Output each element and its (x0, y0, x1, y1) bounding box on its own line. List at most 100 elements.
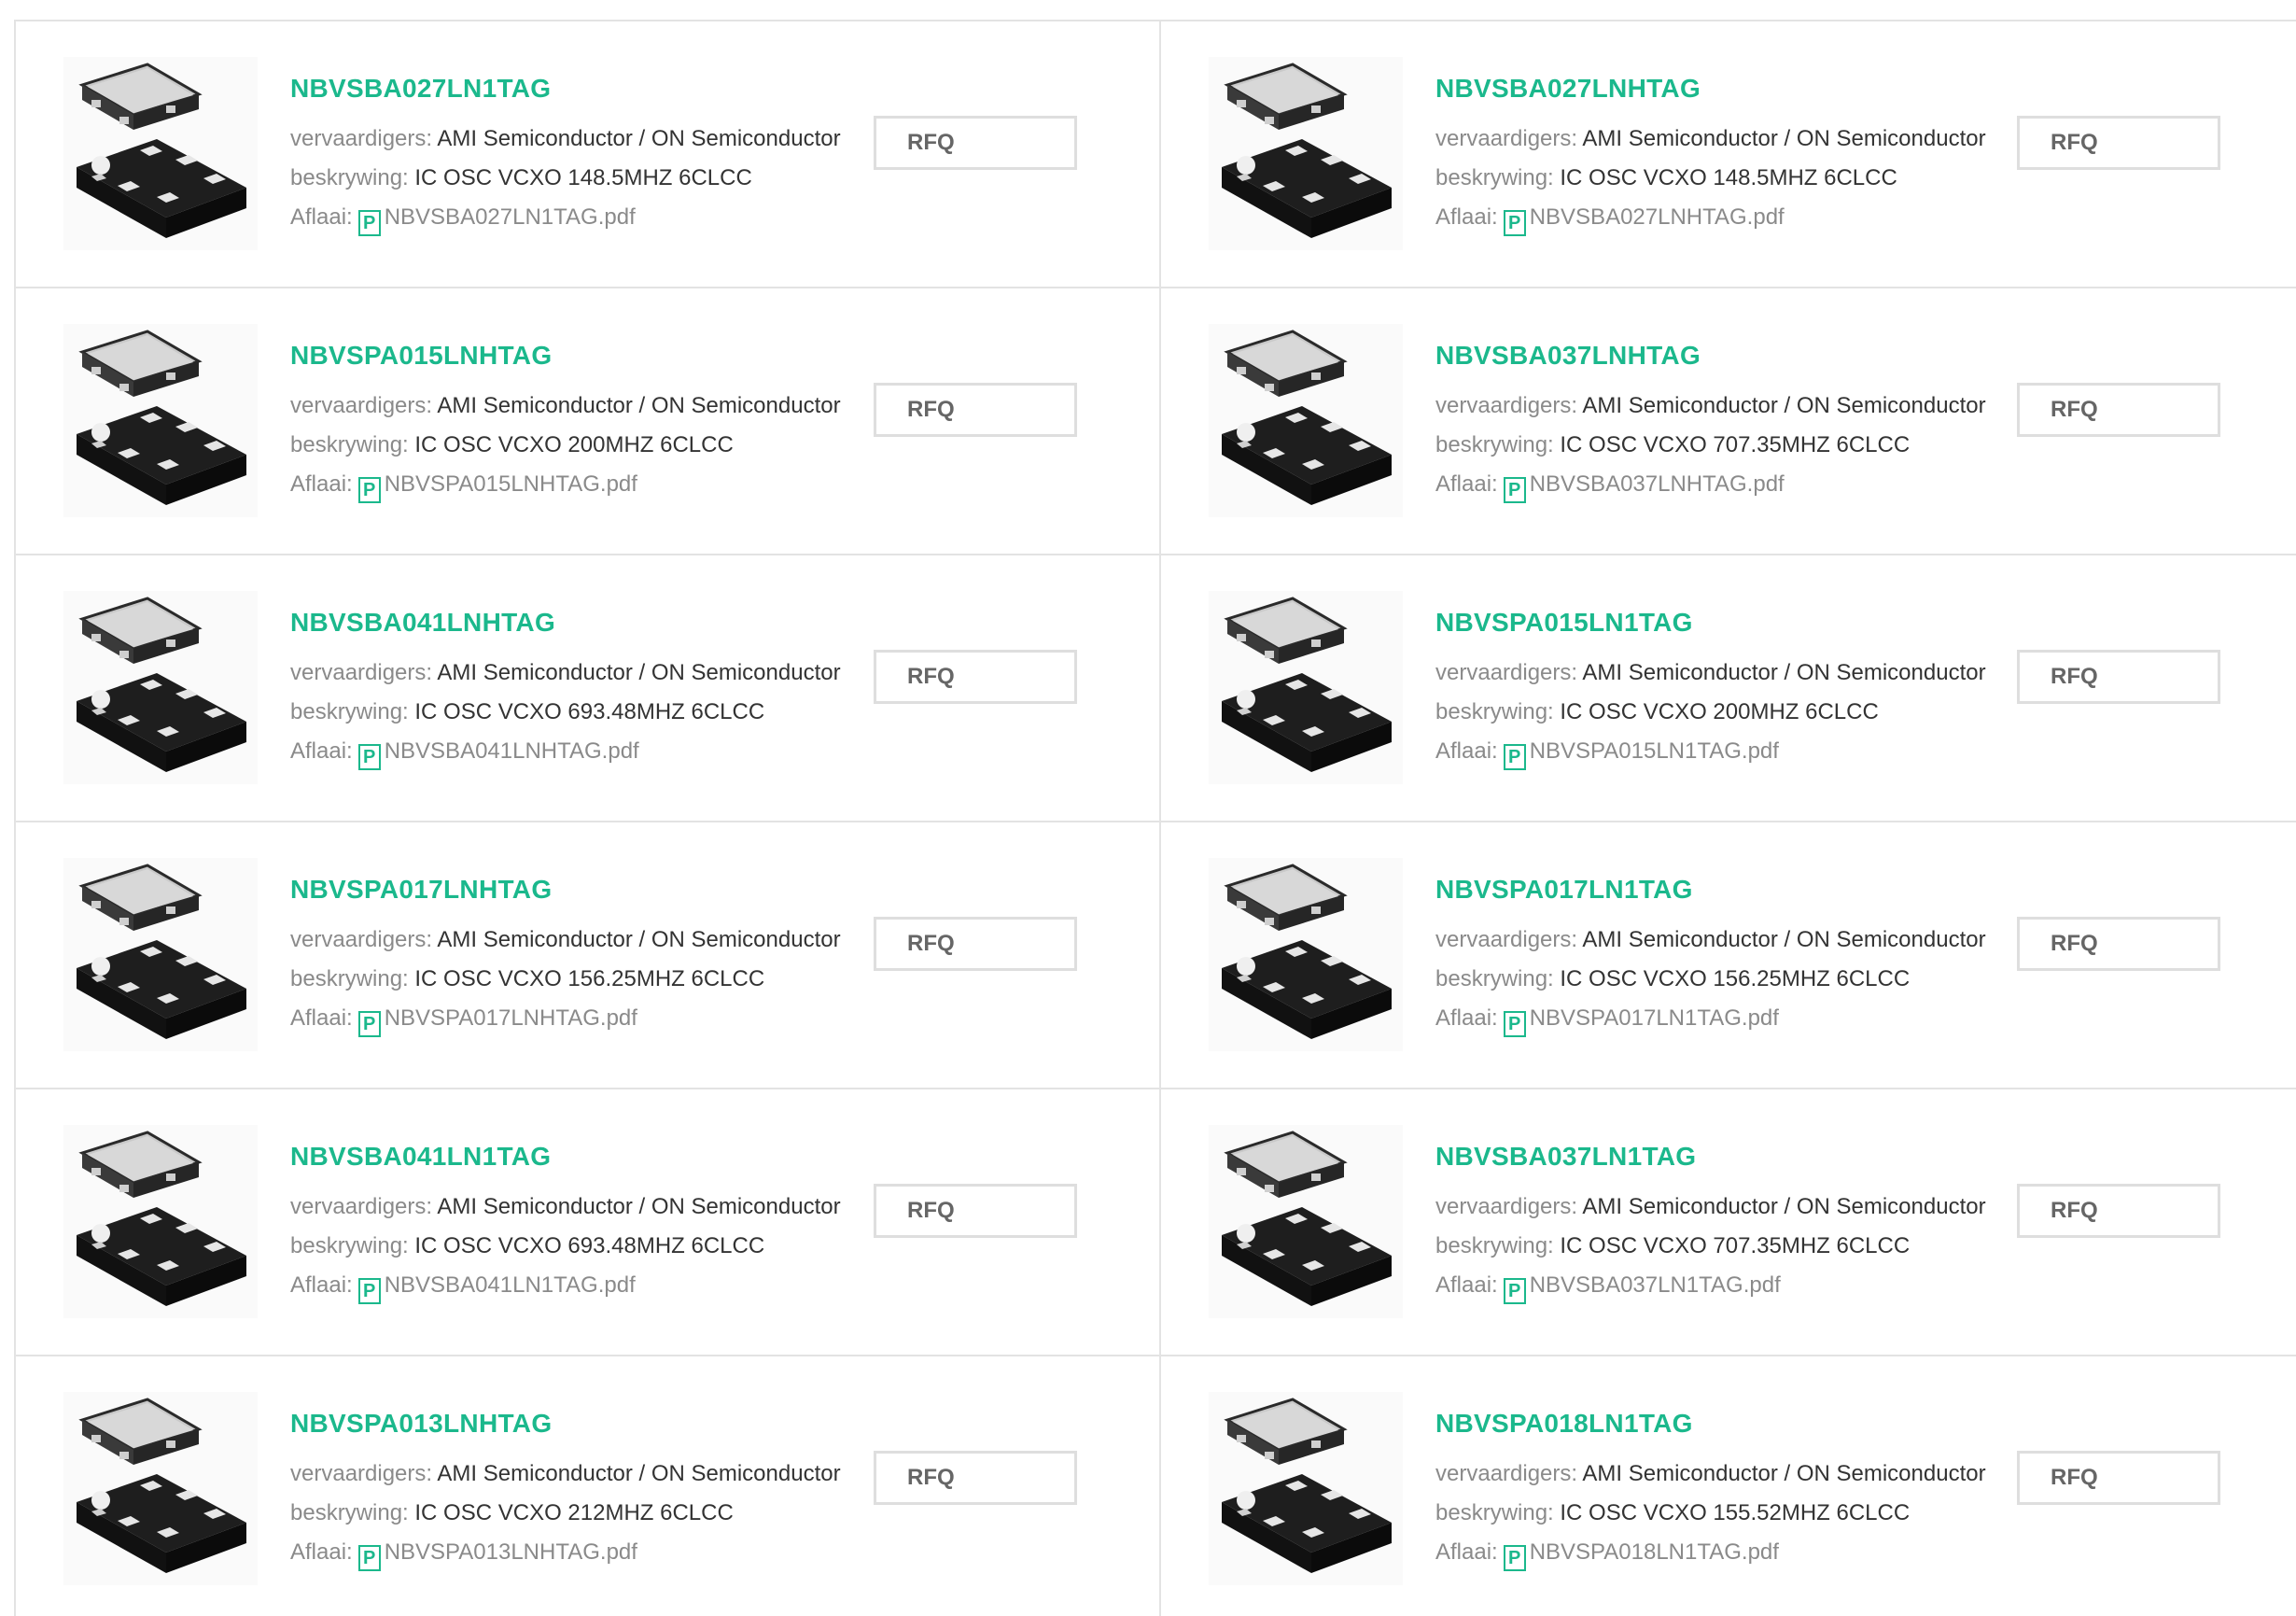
manufacturer-value: AMI Semiconductor / ON Semiconductor (437, 927, 841, 952)
datasheet-link[interactable]: NBVSPA017LN1TAG.pdf (1530, 1005, 1779, 1031)
description-label: beskrywing: (290, 1233, 409, 1258)
product-image[interactable] (63, 57, 258, 250)
rfq-button[interactable]: RFQ (2017, 917, 2220, 971)
download-label: Aflaai: (1435, 738, 1498, 764)
pdf-icon[interactable]: P (1503, 477, 1526, 503)
datasheet-link[interactable]: NBVSBA041LN1TAG.pdf (385, 1272, 636, 1298)
part-number-link[interactable]: NBVSBA027LN1TAG (290, 74, 551, 104)
product-card: NBVSBA041LN1TAG vervaardigers: AMI Semic… (14, 1089, 1159, 1356)
part-number-link[interactable]: NBVSPA015LN1TAG (1435, 608, 1693, 638)
chip-package-icon (1222, 63, 1392, 238)
product-image[interactable] (63, 1125, 258, 1318)
datasheet-link[interactable]: NBVSPA017LNHTAG.pdf (385, 1005, 637, 1031)
part-number-link[interactable]: NBVSBA027LNHTAG (1435, 74, 1701, 104)
datasheet-link[interactable]: NBVSPA013LNHTAG.pdf (385, 1539, 637, 1565)
product-image[interactable] (63, 1392, 258, 1585)
download-label: Aflaai: (290, 471, 353, 497)
datasheet-link[interactable]: NBVSBA041LNHTAG.pdf (385, 738, 639, 764)
datasheet-link[interactable]: NBVSBA027LNHTAG.pdf (1530, 204, 1785, 230)
download-label: Aflaai: (1435, 204, 1498, 230)
description-label: beskrywing: (1435, 165, 1554, 190)
pdf-icon[interactable]: P (357, 1278, 381, 1304)
product-image[interactable] (63, 324, 258, 517)
pdf-icon[interactable]: P (357, 1545, 381, 1571)
part-number-link[interactable]: NBVSBA037LNHTAG (1435, 341, 1701, 371)
pdf-icon[interactable]: P (1503, 1278, 1526, 1304)
chip-package-icon (1222, 1131, 1392, 1306)
datasheet-link[interactable]: NBVSPA018LN1TAG.pdf (1530, 1539, 1779, 1565)
manufacturer-label: vervaardigers: (290, 927, 433, 952)
download-label: Aflaai: (1435, 471, 1498, 497)
manufacturer-value: AMI Semiconductor / ON Semiconductor (437, 1461, 841, 1486)
rfq-button[interactable]: RFQ (874, 383, 1077, 437)
part-number-link[interactable]: NBVSBA041LNHTAG (290, 608, 555, 638)
rfq-button[interactable]: RFQ (2017, 1184, 2220, 1238)
download-row: Aflaai: P NBVSBA037LNHTAG.pdf (1435, 471, 1785, 503)
part-number-link[interactable]: NBVSPA017LN1TAG (1435, 875, 1693, 905)
datasheet-link[interactable]: NBVSBA027LN1TAG.pdf (385, 204, 636, 230)
rfq-button[interactable]: RFQ (2017, 650, 2220, 704)
manufacturer-row: vervaardigers: AMI Semiconductor / ON Se… (1435, 1461, 1986, 1487)
chip-package-icon (1222, 597, 1392, 772)
rfq-button[interactable]: RFQ (2017, 1451, 2220, 1505)
datasheet-link[interactable]: NBVSBA037LNHTAG.pdf (1530, 471, 1785, 497)
manufacturer-label: vervaardigers: (290, 660, 433, 685)
datasheet-link[interactable]: NBVSPA015LN1TAG.pdf (1530, 738, 1779, 764)
pdf-icon[interactable]: P (357, 210, 381, 236)
description-label: beskrywing: (1435, 432, 1554, 457)
chip-package-icon (1222, 330, 1392, 505)
product-card: NBVSPA015LNHTAG vervaardigers: AMI Semic… (14, 288, 1159, 555)
product-image[interactable] (63, 591, 258, 784)
rfq-button[interactable]: RFQ (874, 116, 1077, 170)
part-number-link[interactable]: NBVSBA037LN1TAG (1435, 1142, 1696, 1172)
product-image[interactable] (1209, 1392, 1403, 1585)
download-label: Aflaai: (290, 1539, 353, 1565)
description-label: beskrywing: (290, 165, 409, 190)
datasheet-link[interactable]: NBVSPA015LNHTAG.pdf (385, 471, 637, 497)
pdf-icon[interactable]: P (357, 477, 381, 503)
description-value: IC OSC VCXO 200MHZ 6CLCC (414, 432, 734, 457)
description-row: beskrywing: IC OSC VCXO 200MHZ 6CLCC (290, 432, 734, 458)
manufacturer-value: AMI Semiconductor / ON Semiconductor (1582, 660, 1986, 685)
rfq-button[interactable]: RFQ (874, 650, 1077, 704)
product-image[interactable] (1209, 1125, 1403, 1318)
rfq-button[interactable]: RFQ (874, 1184, 1077, 1238)
product-card: NBVSBA037LNHTAG vervaardigers: AMI Semic… (1159, 288, 2296, 555)
description-value: IC OSC VCXO 156.25MHZ 6CLCC (1560, 966, 1911, 991)
chip-package-icon (77, 1131, 246, 1306)
datasheet-link[interactable]: NBVSBA037LN1TAG.pdf (1530, 1272, 1781, 1298)
manufacturer-label: vervaardigers: (1435, 1461, 1578, 1486)
part-number-link[interactable]: NBVSPA018LN1TAG (1435, 1409, 1693, 1439)
pdf-icon[interactable]: P (357, 744, 381, 770)
part-number-link[interactable]: NBVSPA015LNHTAG (290, 341, 552, 371)
chip-package-icon (77, 597, 246, 772)
download-label: Aflaai: (290, 1005, 353, 1031)
chip-package-icon (77, 63, 246, 238)
description-label: beskrywing: (290, 966, 409, 991)
product-image[interactable] (1209, 858, 1403, 1051)
description-row: beskrywing: IC OSC VCXO 148.5MHZ 6CLCC (290, 165, 752, 191)
pdf-icon[interactable]: P (1503, 210, 1526, 236)
rfq-button[interactable]: RFQ (2017, 383, 2220, 437)
part-number-link[interactable]: NBVSPA017LNHTAG (290, 875, 552, 905)
description-value: IC OSC VCXO 707.35MHZ 6CLCC (1560, 432, 1911, 457)
part-number-link[interactable]: NBVSPA013LNHTAG (290, 1409, 552, 1439)
pdf-icon[interactable]: P (1503, 744, 1526, 770)
rfq-button[interactable]: RFQ (874, 917, 1077, 971)
pdf-icon[interactable]: P (1503, 1545, 1526, 1571)
rfq-button[interactable]: RFQ (2017, 116, 2220, 170)
description-value: IC OSC VCXO 212MHZ 6CLCC (414, 1500, 734, 1525)
pdf-icon[interactable]: P (1503, 1011, 1526, 1037)
rfq-button[interactable]: RFQ (874, 1451, 1077, 1505)
product-image[interactable] (63, 858, 258, 1051)
product-image[interactable] (1209, 57, 1403, 250)
part-number-link[interactable]: NBVSBA041LN1TAG (290, 1142, 551, 1172)
description-label: beskrywing: (290, 699, 409, 724)
product-image[interactable] (1209, 591, 1403, 784)
manufacturer-value: AMI Semiconductor / ON Semiconductor (437, 393, 841, 418)
pdf-icon[interactable]: P (357, 1011, 381, 1037)
manufacturer-value: AMI Semiconductor / ON Semiconductor (1582, 1194, 1986, 1219)
download-row: Aflaai: P NBVSBA027LNHTAG.pdf (1435, 204, 1785, 236)
download-row: Aflaai: P NBVSPA013LNHTAG.pdf (290, 1539, 637, 1571)
product-image[interactable] (1209, 324, 1403, 517)
